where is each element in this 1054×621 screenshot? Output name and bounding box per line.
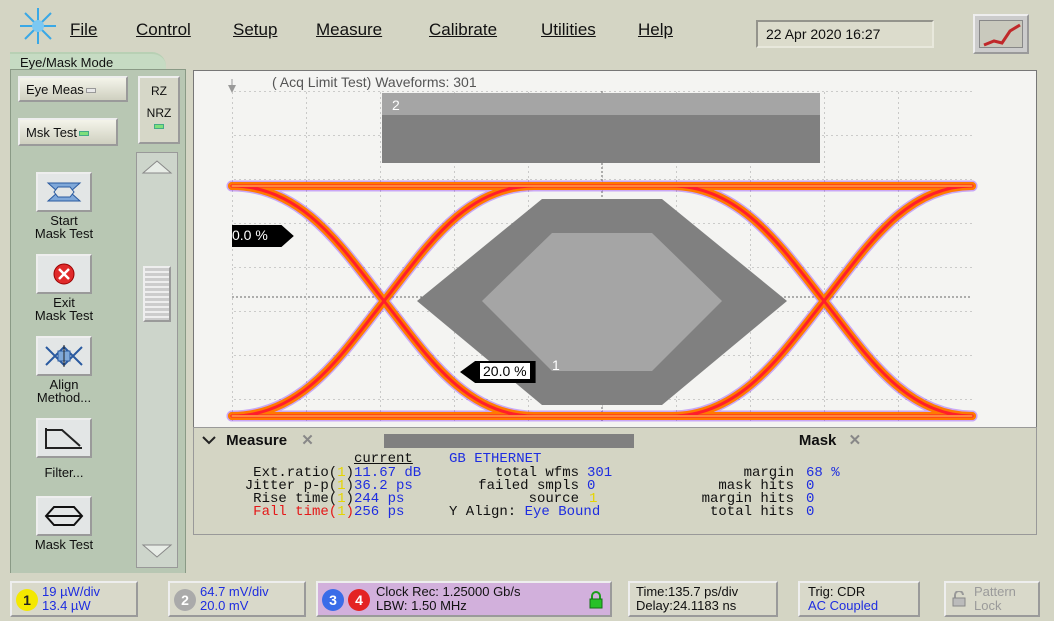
ch2-offset: 20.0 mV: [200, 598, 249, 613]
datetime-display: 22 Apr 2020 16:27: [756, 20, 934, 48]
menu-control[interactable]: Control: [136, 20, 191, 40]
lock-icon: [588, 591, 604, 612]
eye-meas-label: Eye Meas: [26, 82, 84, 97]
measure-column-header: current: [354, 451, 413, 467]
menu-help[interactable]: Help: [638, 20, 673, 40]
measure-tab-label: Measure: [226, 432, 288, 449]
rz-option[interactable]: RZ: [140, 84, 178, 98]
eye-meas-button[interactable]: Eye Meas: [18, 76, 128, 102]
menu-calibrate[interactable]: Calibrate: [429, 20, 497, 40]
total-hits-label: total hits: [709, 504, 794, 520]
trigger-coupling: AC Coupled: [808, 598, 879, 613]
start-mask-label: Start Mask Test: [34, 213, 94, 241]
scope-view-button[interactable]: [973, 14, 1029, 54]
exit-mask-test-button[interactable]: Exit Mask Test: [8, 254, 120, 322]
filter-button[interactable]: Filter...: [8, 418, 120, 479]
marker-top-label: 0.0 %: [232, 227, 268, 243]
measure-row-fall-time[interactable]: Fall time(1): [194, 505, 354, 519]
lock-label: Lock: [974, 598, 1002, 613]
align-method-label: Align Method...: [36, 377, 92, 405]
channel-2-badge: 2: [174, 589, 196, 611]
timebase-delay: Delay:24.1183 ns: [636, 598, 737, 613]
left-scrollbar[interactable]: [136, 152, 178, 568]
menu-file[interactable]: File: [70, 20, 97, 40]
menu-setup[interactable]: Setup: [233, 20, 277, 40]
start-mask-icon: [36, 172, 92, 212]
menu-measure[interactable]: Measure: [316, 20, 382, 40]
yalign-value: Eye Bound: [524, 504, 601, 520]
mode-tab[interactable]: Eye/Mask Mode: [10, 52, 166, 70]
rz-nrz-selector[interactable]: RZ NRZ: [138, 76, 180, 144]
eye-meas-indicator: [85, 88, 96, 94]
measure-tab-chevron-icon[interactable]: [202, 432, 216, 445]
clock-recovery-setup[interactable]: 3 4 Clock Rec: 1.25000 Gb/s LBW: 1.50 MH…: [316, 581, 612, 617]
nrz-indicator: [154, 124, 164, 129]
ch2-scale: 64.7 mV/div: [200, 584, 269, 599]
mask-test-icon: [36, 496, 92, 536]
align-method-button[interactable]: Align Method...: [8, 336, 120, 404]
yalign-label: Y Align:: [449, 504, 517, 520]
timebase-setup[interactable]: Time:135.7 ps/div Delay:24.1183 ns: [628, 581, 778, 617]
mask-standard: GB ETHERNET: [449, 451, 542, 467]
scroll-up-arrow-icon[interactable]: [137, 157, 177, 177]
channel-4-badge: 4: [348, 589, 370, 611]
measure-panel: Measure ✕ Mask ✕ current Ext.ratio(1) 11…: [193, 427, 1037, 535]
mask-label-1: 1: [552, 357, 560, 373]
clock-lbw: LBW: 1.50 MHz: [376, 598, 467, 613]
clock-rec-rate: Clock Rec: 1.25000 Gb/s: [376, 584, 521, 599]
scroll-down-arrow-icon[interactable]: [137, 541, 177, 561]
ch1-offset: 13.4 µW: [42, 598, 91, 613]
yalign-row[interactable]: Y Align: Eye Bound: [449, 505, 600, 519]
scroll-thumb[interactable]: [143, 266, 171, 322]
acq-header: ( Acq Limit Test) Waveforms: 301: [272, 74, 477, 90]
scope-waveform-icon: [979, 20, 1023, 48]
fall-time-ch: 1: [337, 504, 346, 520]
trigger-setup[interactable]: Trig: CDR AC Coupled: [798, 581, 920, 617]
marker-bottom[interactable]: 20.0 %: [460, 361, 536, 383]
channel-1-setup[interactable]: 1 19 µW/div 13.4 µW: [10, 581, 138, 617]
mask-tab[interactable]: Mask ✕: [634, 428, 1034, 450]
filter-icon: [36, 418, 92, 458]
mask-tab-close-icon[interactable]: ✕: [849, 432, 862, 449]
fall-time-value: 256 ps: [354, 504, 405, 520]
channel-1-badge: 1: [16, 589, 38, 611]
measure-tab[interactable]: Measure ✕: [194, 428, 384, 450]
mask-label-2: 2: [392, 97, 400, 113]
marker-top[interactable]: 0.0 %: [232, 225, 294, 247]
exit-mask-label: Exit Mask Test: [34, 295, 94, 323]
msk-test-button[interactable]: Msk Test: [18, 118, 118, 146]
menu-utilities[interactable]: Utilities: [541, 20, 596, 40]
channel-3-badge: 3: [322, 589, 344, 611]
channel-2-setup[interactable]: 2 64.7 mV/div 20.0 mV: [168, 581, 306, 617]
filter-label: Filter...: [44, 465, 84, 480]
pattern-lock-icon: [952, 590, 966, 610]
ch1-scale: 19 µW/div: [42, 584, 101, 599]
msk-test-indicator: [79, 131, 90, 137]
mask-test-button[interactable]: Mask Test: [8, 496, 120, 551]
status-bar: 1 19 µW/div 13.4 µW 2 64.7 mV/div 20.0 m…: [0, 573, 1054, 621]
starburst-icon[interactable]: [18, 6, 58, 46]
pattern-label: Pattern: [974, 584, 1016, 599]
timebase-scale: Time:135.7 ps/div: [636, 584, 739, 599]
total-hits-value: 0: [806, 504, 815, 520]
mask-test-label: Mask Test: [34, 537, 94, 552]
pattern-lock-button[interactable]: Pattern Lock: [944, 581, 1040, 617]
menu-bar: File Control Setup Measure Calibrate Uti…: [0, 0, 1054, 56]
measure-tab-close-icon[interactable]: ✕: [301, 432, 314, 449]
trigger-source: Trig: CDR: [808, 584, 866, 599]
nrz-option[interactable]: NRZ: [140, 106, 178, 120]
fall-time-name: Fall time(: [253, 504, 338, 520]
start-mask-test-button[interactable]: Start Mask Test: [8, 172, 120, 240]
align-method-icon: [36, 336, 92, 376]
msk-test-label: Msk Test: [26, 125, 78, 140]
mask-tab-label: Mask: [798, 432, 837, 449]
marker-bottom-label: 20.0 %: [480, 363, 530, 379]
exit-mask-icon: [36, 254, 92, 294]
